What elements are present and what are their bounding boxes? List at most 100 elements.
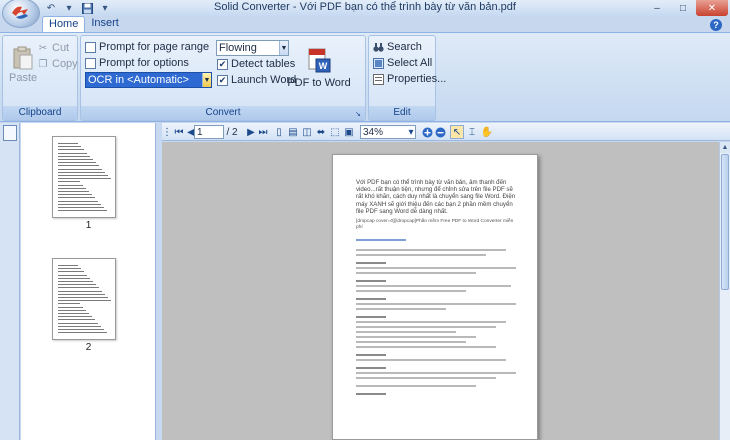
thumbnail-text-line [58, 207, 104, 208]
thumbnail-text-line [58, 325, 101, 327]
zoom-out-icon[interactable] [433, 125, 447, 139]
page-text-line [356, 285, 511, 287]
page-text-line [356, 298, 386, 300]
prompt-options-box[interactable] [85, 57, 96, 69]
chevron-down-icon[interactable]: ▼ [202, 73, 211, 87]
layout-mode-select[interactable]: Flowing ▼ [216, 40, 289, 56]
thumbnail-text-line [58, 200, 98, 202]
page-text-line [356, 336, 476, 338]
save-icon[interactable] [80, 1, 94, 15]
copy-icon: ❐ [38, 58, 48, 70]
thumbnail-text-line [58, 290, 102, 292]
actual-size-icon[interactable]: ▣ [342, 125, 356, 139]
pdf-to-word-icon: W [308, 48, 331, 73]
undo-icon[interactable]: ↶ [44, 1, 58, 15]
page-text-line [356, 377, 496, 379]
page-text-line [356, 346, 496, 348]
tab-insert[interactable]: Insert [85, 16, 125, 32]
thumbnail-text-line [58, 143, 78, 144]
continuous-view-icon[interactable]: ▤ [286, 125, 300, 139]
close-button[interactable]: ✕ [696, 0, 728, 16]
vertical-scrollbar[interactable]: ▲ [719, 142, 730, 440]
search-button[interactable]: Search [372, 41, 422, 53]
detect-tables-label: Detect tables [231, 58, 296, 70]
page-text-line [356, 316, 386, 318]
tab-home[interactable]: Home [42, 16, 86, 32]
thumbnail-text-line [58, 152, 87, 154]
thumbnail-text-line [58, 162, 96, 164]
page-text-line [356, 272, 476, 274]
prompt-page-range-label: Prompt for page range [99, 41, 210, 53]
prompt-options-checkbox[interactable]: Prompt for options [85, 57, 189, 69]
scissors-icon: ✂ [38, 42, 48, 54]
text-select-icon[interactable]: ⌶ [465, 125, 479, 139]
side-panel-tabs [0, 123, 20, 440]
maximize-button[interactable]: □ [670, 0, 696, 16]
detect-tables-checkbox[interactable]: ✔ Detect tables [217, 58, 295, 70]
pdf-to-word-button[interactable]: W PDF to Word [287, 48, 351, 102]
edit-group: Search Select All Properties... Edit [368, 35, 446, 121]
hand-tool-icon[interactable]: ✋ [480, 125, 494, 139]
copy-button[interactable]: ❐ Copy [37, 58, 78, 70]
page-text-line [356, 359, 506, 361]
ocr-select[interactable]: OCR in <Automatic> ▼ [85, 72, 212, 88]
zoom-in-icon[interactable] [420, 125, 434, 139]
pages-panel-icon[interactable] [3, 125, 17, 141]
prompt-page-range-box[interactable] [85, 41, 96, 53]
select-tool-icon[interactable]: ↖ [450, 125, 464, 139]
next-page-icon[interactable]: ▶ [245, 125, 257, 139]
page-text-line [356, 249, 506, 251]
scroll-up-icon[interactable]: ▲ [720, 142, 730, 153]
convert-group-text: Convert [205, 107, 241, 118]
single-page-view-icon[interactable]: ▯ [272, 125, 286, 139]
edit-group-label: Edit [369, 106, 435, 120]
launch-word-box[interactable]: ✔ [217, 74, 228, 86]
minimize-button[interactable]: – [644, 0, 670, 16]
fit-page-icon[interactable]: ⬚ [328, 125, 342, 139]
thumbnail-text-line [58, 268, 81, 270]
thumbnail-text-line [58, 303, 80, 305]
dropdown-icon[interactable]: ▾ [62, 1, 76, 15]
select-all-button[interactable]: Select All [372, 57, 432, 69]
thumbnail-text-line [58, 184, 83, 186]
select-all-icon [372, 57, 384, 69]
page-thumbnail[interactable] [52, 136, 116, 218]
page-text-line [356, 254, 486, 256]
cut-button[interactable]: ✂ Cut [37, 42, 69, 54]
chevron-down-icon[interactable]: ▼ [279, 41, 288, 55]
dropdown-icon[interactable]: ▾ [98, 1, 112, 15]
thumbnail-text-line [58, 313, 89, 314]
thumbnail-text-line [58, 197, 95, 199]
scrollbar-thumb[interactable] [721, 154, 729, 290]
properties-button[interactable]: Properties... [372, 73, 446, 85]
convert-group: Prompt for page range Prompt for options… [80, 35, 366, 121]
thumbnail-text-line [58, 203, 101, 205]
last-page-icon[interactable]: ⏭ [257, 125, 269, 139]
fit-width-icon[interactable]: ⬌ [314, 125, 328, 139]
launch-word-checkbox[interactable]: ✔ Launch Word [217, 74, 296, 86]
paste-button[interactable]: Paste [9, 46, 37, 84]
thumbnail-text-line [58, 165, 99, 167]
app-menu-button[interactable] [2, 0, 40, 28]
first-page-icon[interactable]: ⏮ [173, 125, 185, 139]
chevron-down-icon[interactable]: ▾ [406, 125, 416, 139]
page-text-line [356, 331, 456, 333]
page-thumbnail[interactable] [52, 258, 116, 340]
thumbnail-text-line [58, 274, 87, 276]
convert-group-label: Convert [81, 106, 365, 120]
thumbnail-text-line [58, 178, 111, 180]
thumbnail-text-line [58, 309, 86, 311]
thumbnail-text-line [58, 277, 90, 279]
thumbnail-text-line [58, 149, 84, 151]
document-viewer[interactable]: Với PDF bạn có thể trình bày từ văn bản,… [162, 142, 719, 440]
ocr-select-value: OCR in <Automatic> [88, 74, 189, 86]
facing-view-icon[interactable]: ◫ [300, 125, 314, 139]
prompt-page-range-checkbox[interactable]: Prompt for page range [85, 41, 209, 53]
document-page[interactable]: Với PDF bạn có thể trình bày từ văn bản,… [332, 154, 538, 440]
thumbnail-text-line [58, 297, 108, 298]
dialog-launcher-icon[interactable]: ↘ [355, 110, 363, 118]
select-all-label: Select All [387, 57, 433, 69]
page-number-input[interactable]: 1 [194, 125, 224, 139]
detect-tables-box[interactable]: ✔ [217, 58, 228, 70]
help-icon[interactable]: ? [710, 19, 722, 31]
